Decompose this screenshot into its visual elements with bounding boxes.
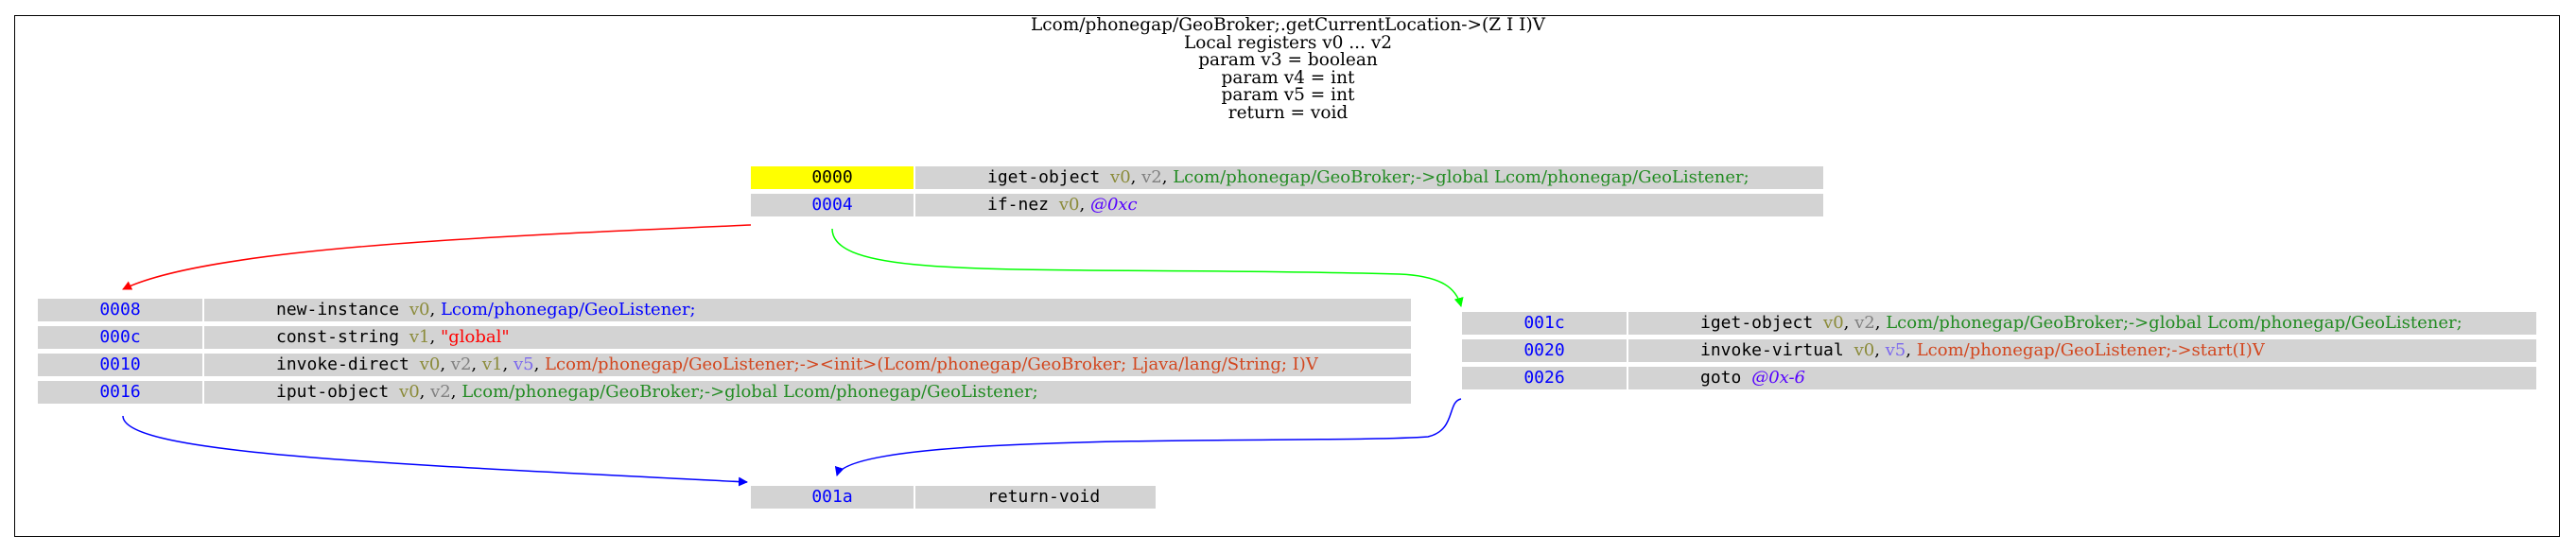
instruction-token: Lcom/phonegap/GeoListener;	[440, 300, 696, 320]
instruction-address: 001c	[1462, 312, 1627, 335]
instruction-text: goto @0x-6	[1628, 367, 2536, 389]
instruction-token: iput-object	[276, 382, 400, 402]
instruction-token: ,	[533, 354, 546, 374]
instruction-token: ,	[1874, 340, 1886, 360]
instruction-token: v2	[1854, 313, 1875, 333]
instruction-token: Lcom/phonegap/GeoListener;-><init>(Lcom/…	[545, 354, 1318, 374]
instruction-token: v5	[1885, 340, 1906, 360]
instruction-address: 0026	[1462, 367, 1627, 389]
instruction-row: 0000 iget-object v0, v2, Lcom/phonegap/Ge…	[751, 166, 1823, 189]
instruction-text: iput-object v0, v2, Lcom/phonegap/GeoBro…	[204, 381, 1411, 404]
instruction-token: if-nez	[987, 195, 1059, 215]
instruction-text: iget-object v0, v2, Lcom/phonegap/GeoBro…	[1628, 312, 2536, 335]
instruction-text: iget-object v0, v2, Lcom/phonegap/GeoBro…	[915, 166, 1823, 189]
instruction-token: ,	[1130, 167, 1142, 187]
instruction-token: @0xc	[1089, 195, 1138, 215]
control-flow-edges	[122, 224, 1464, 487]
instruction-token: return-void	[987, 487, 1101, 507]
instruction-row: 0016 iput-object v0, v2, Lcom/phonegap/Ge…	[38, 381, 1411, 404]
instruction-token: const-string	[276, 327, 409, 347]
edge-0016-to-001a	[122, 415, 748, 487]
instruction-text: invoke-virtual v0, v5, Lcom/phonegap/Geo…	[1628, 339, 2536, 362]
instruction-row: 0020 invoke-virtual v0, v5, Lcom/phonegap…	[1462, 339, 2536, 362]
instruction-token: v2	[450, 354, 472, 374]
instruction-token: v0	[1854, 340, 1875, 360]
instruction-token: ,	[450, 382, 462, 402]
instruction-token: invoke-direct	[276, 354, 420, 374]
instruction-address: 0004	[751, 194, 914, 216]
instruction-text: invoke-direct v0, v2, v1, v5, Lcom/phone…	[204, 354, 1411, 376]
instruction-token: ,	[429, 327, 441, 347]
instruction-row: 000c const-string v1, "global"	[38, 326, 1411, 349]
instruction-token: ,	[1161, 167, 1174, 187]
instruction-token: v1	[481, 354, 503, 374]
instruction-address: 0016	[38, 381, 202, 404]
instruction-address: 0000	[751, 166, 914, 189]
instruction-token: ,	[502, 354, 513, 374]
instruction-token: ,	[440, 354, 451, 374]
instruction-token: iget-object	[1700, 313, 1824, 333]
instruction-row: 0008 new-instance v0, Lcom/phonegap/GeoLi…	[38, 299, 1411, 321]
instruction-token: "global"	[440, 327, 510, 347]
instruction-token: iget-object	[987, 167, 1111, 187]
instruction-token: v0	[1110, 167, 1131, 187]
instruction-token: v5	[513, 354, 534, 374]
instruction-token: ,	[1874, 313, 1887, 333]
instruction-row: 0010 invoke-direct v0, v2, v1, v5, Lcom/p…	[38, 354, 1411, 376]
edge-false-0004-to-0008	[122, 224, 752, 290]
instruction-row: 0026 goto @0x-6	[1462, 367, 2536, 389]
instruction-token: Lcom/phonegap/GeoListener;->start(I)V	[1916, 340, 2265, 360]
instruction-row: 001a return-void	[751, 486, 1156, 509]
instruction-address: 0008	[38, 299, 202, 321]
edge-true-0004-to-001c	[831, 228, 1464, 307]
instruction-token: v0	[409, 300, 430, 320]
instruction-token: @0x-6	[1751, 368, 1806, 388]
instruction-token: Lcom/phonegap/GeoBroker;->global Lcom/ph…	[461, 382, 1038, 402]
instruction-text: if-nez v0, @0xc	[915, 194, 1823, 216]
instruction-token: ,	[1843, 313, 1855, 333]
instruction-token: v0	[419, 354, 441, 374]
instruction-address: 0010	[38, 354, 202, 376]
instruction-text: new-instance v0, Lcom/phonegap/GeoListen…	[204, 299, 1411, 321]
instruction-address: 0020	[1462, 339, 1627, 362]
instruction-token: v1	[409, 327, 430, 347]
instruction-token: ,	[1906, 340, 1917, 360]
instruction-text: return-void	[915, 486, 1156, 509]
instruction-token: new-instance	[276, 300, 409, 320]
instruction-token: invoke-virtual	[1700, 340, 1854, 360]
instruction-address: 001a	[751, 486, 914, 509]
edge-0026-to-001a	[835, 398, 1462, 476]
instruction-token: ,	[1079, 195, 1090, 215]
instruction-row: 0004 if-nez v0, @0xc	[751, 194, 1823, 216]
instruction-token: Lcom/phonegap/GeoBroker;->global Lcom/ph…	[1886, 313, 2463, 333]
instruction-token: v0	[1823, 313, 1844, 333]
instruction-row: 001c iget-object v0, v2, Lcom/phonegap/Ge…	[1462, 312, 2536, 335]
instruction-token: v0	[399, 382, 420, 402]
instruction-token: ,	[471, 354, 482, 374]
instruction-token: v0	[1058, 195, 1080, 215]
instruction-address: 000c	[38, 326, 202, 349]
instruction-token: ,	[419, 382, 431, 402]
instruction-token: ,	[429, 300, 441, 320]
instruction-token: goto	[1700, 368, 1752, 388]
instruction-token: Lcom/phonegap/GeoBroker;->global Lcom/ph…	[1173, 167, 1749, 187]
instruction-token: v2	[1141, 167, 1162, 187]
instruction-token: v2	[430, 382, 451, 402]
instruction-text: const-string v1, "global"	[204, 326, 1411, 349]
